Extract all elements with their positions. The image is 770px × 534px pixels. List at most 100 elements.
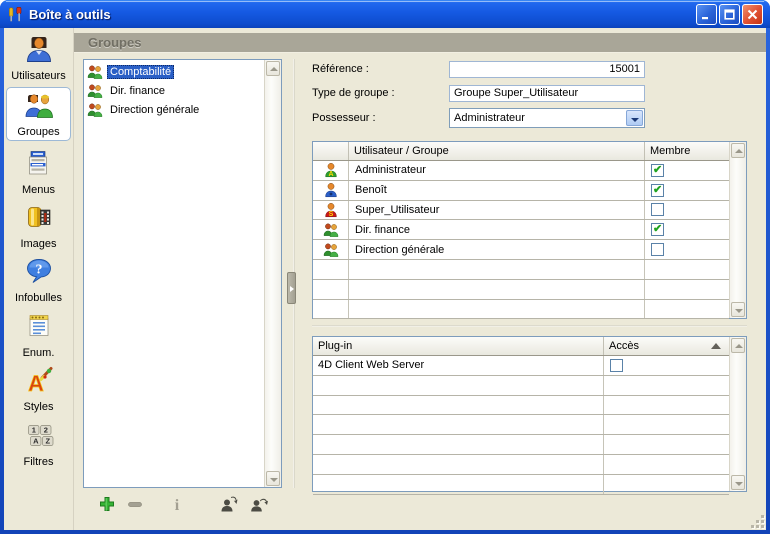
sidebar-item-label: Groupes [7, 126, 70, 138]
sidebar-item-label: Menus [6, 184, 71, 196]
sidebar-item-label: Styles [6, 401, 71, 413]
user-icon [24, 34, 54, 64]
reference-label: Référence : [312, 61, 369, 78]
scroll-up-icon[interactable] [731, 143, 745, 158]
svg-text:A: A [328, 172, 333, 179]
sidebar-item-menus[interactable]: Menus [6, 146, 71, 198]
scroll-down-icon[interactable] [731, 475, 745, 490]
sidebar-item-utilisateurs[interactable]: Utilisateurs [6, 32, 71, 84]
plugin-column-header[interactable]: Plug-in [313, 337, 604, 355]
close-button[interactable] [742, 4, 763, 25]
remove-icon [126, 495, 144, 513]
page-title: Groupes [88, 33, 141, 53]
svg-text:S: S [328, 211, 333, 218]
group-list[interactable]: Comptabilité Dir. finance [83, 59, 282, 488]
import-user-icon [220, 495, 238, 513]
scroll-up-icon[interactable] [266, 61, 280, 76]
members-table: Utilisateur / Groupe Membre A Administra… [312, 141, 747, 319]
group-list-item[interactable]: Direction générale [84, 100, 264, 119]
minimize-button[interactable] [696, 4, 717, 25]
add-button[interactable] [98, 495, 116, 513]
member-checkbox[interactable] [651, 243, 664, 256]
group-name: Dir. finance [107, 84, 168, 98]
remove-button[interactable] [126, 495, 144, 513]
sidebar-item-styles[interactable]: A Styles [6, 363, 71, 415]
admin-user-icon: A [323, 162, 339, 178]
empty-row [313, 396, 729, 416]
main-panel: Groupes Comptabilité [74, 28, 766, 530]
members-table-header[interactable]: Utilisateur / Groupe Membre [313, 142, 729, 161]
empty-row [313, 475, 729, 495]
member-checkbox[interactable] [651, 203, 664, 216]
member-checkbox[interactable] [651, 184, 664, 197]
group-list-item[interactable]: Dir. finance [84, 81, 264, 100]
plugins-table-scrollbar[interactable] [729, 337, 746, 491]
plugins-table: Plug-in Accès 4D Client Web Server [312, 336, 747, 492]
group-icon [323, 222, 339, 238]
sidebar-item-infobulles[interactable]: ? Infobulles [6, 254, 71, 306]
sidebar-item-filtres[interactable]: 1 2 A Z Filtres [6, 418, 71, 470]
icon-column-header[interactable] [313, 142, 349, 160]
reference-field[interactable]: 15001 [449, 61, 645, 78]
sidebar-item-label: Filtres [6, 456, 71, 468]
group-name: Comptabilité [107, 65, 174, 79]
sort-ascending-icon[interactable] [711, 343, 721, 349]
scroll-down-icon[interactable] [731, 302, 745, 317]
refresh-user-icon [250, 495, 268, 513]
group-list-item[interactable]: Comptabilité [84, 62, 264, 81]
access-column-label: Accès [609, 337, 639, 355]
resize-grip[interactable] [749, 513, 764, 528]
sidebar: Utilisateurs Groupes [4, 28, 74, 530]
empty-row [313, 260, 729, 280]
maximize-button[interactable] [719, 4, 740, 25]
member-name: Dir. finance [349, 220, 645, 239]
styled-letter-icon: A [24, 365, 54, 395]
refresh-users-button[interactable] [250, 495, 268, 513]
chevron-down-icon[interactable] [626, 110, 643, 126]
group-name: Direction générale [107, 103, 202, 117]
member-checkbox[interactable] [651, 223, 664, 236]
group-list-scrollbar[interactable] [264, 60, 281, 487]
import-users-button[interactable] [220, 495, 238, 513]
sidebar-item-images[interactable]: Images [6, 200, 71, 252]
notepad-list-icon [24, 311, 54, 341]
table-row[interactable]: Direction générale [313, 240, 729, 260]
svg-text:Z: Z [45, 437, 50, 446]
owner-dropdown[interactable]: Administrateur [449, 108, 645, 128]
svg-text:1: 1 [31, 426, 35, 435]
page-header: Groupes [74, 33, 766, 53]
table-row[interactable]: Dir. finance [313, 220, 729, 240]
svg-text:A: A [33, 437, 39, 446]
plugins-table-header[interactable]: Plug-in Accès [313, 337, 729, 356]
table-row[interactable]: Benoît [313, 181, 729, 201]
member-name: Direction générale [349, 240, 645, 259]
access-column-header[interactable]: Accès [604, 337, 729, 355]
member-column-header[interactable]: Membre [645, 142, 729, 160]
members-table-scrollbar[interactable] [729, 142, 746, 318]
info-button[interactable]: i [168, 495, 186, 513]
scroll-down-icon[interactable] [266, 471, 280, 486]
user-group-column-header[interactable]: Utilisateur / Groupe [349, 142, 645, 160]
member-checkbox[interactable] [651, 164, 664, 177]
toolbox-icon [7, 6, 24, 23]
users-group-icon [24, 90, 54, 120]
member-name: Super_Utilisateur [349, 201, 645, 220]
svg-text:2: 2 [43, 426, 47, 435]
help-balloon-icon: ? [24, 256, 54, 286]
sidebar-item-label: Images [6, 238, 71, 250]
access-checkbox[interactable] [610, 359, 623, 372]
group-type-field[interactable]: Groupe Super_Utilisateur [449, 85, 645, 102]
table-row[interactable]: S Super_Utilisateur [313, 201, 729, 221]
title-bar[interactable]: Boîte à outils [0, 0, 770, 28]
info-icon: i [168, 495, 186, 513]
empty-row [313, 280, 729, 300]
sidebar-item-groupes[interactable]: Groupes [6, 87, 71, 141]
table-row[interactable]: 4D Client Web Server [313, 356, 729, 376]
scroll-up-icon[interactable] [731, 338, 745, 353]
sidebar-item-enum[interactable]: Enum. [6, 309, 71, 361]
table-row[interactable]: A Administrateur [313, 161, 729, 181]
sidebar-item-label: Utilisateurs [6, 70, 71, 82]
splitter-handle[interactable] [287, 272, 296, 304]
empty-row [313, 415, 729, 435]
toolbox-window: Boîte à outils Utilisateurs [0, 0, 770, 534]
